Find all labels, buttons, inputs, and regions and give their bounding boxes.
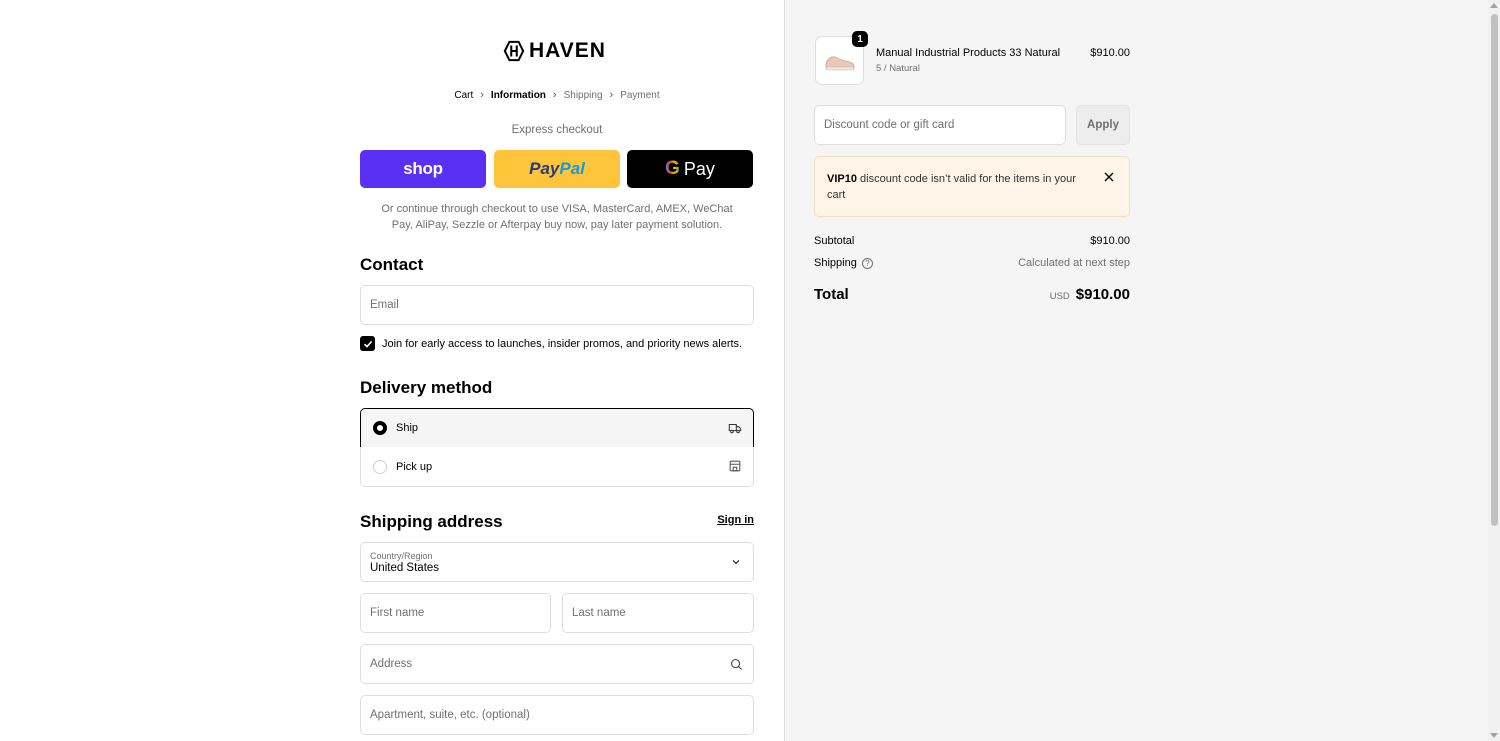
contact-heading: Contact Sign in [360,255,754,526]
pickup-label: Pick up [396,460,433,473]
brand-logo[interactable]: HAVEN [503,39,606,63]
paypal-button[interactable]: Pay Pal [494,150,620,188]
first-name-placeholder: First name [370,607,425,619]
ship-label: Ship [396,422,419,434]
discount-code-field[interactable]: Discount code or gift card [814,105,1066,145]
alert-message: discount code isn’t valid for the items … [827,173,1076,201]
paypal-label-pal: Pal [559,159,585,178]
subtotal-value: $910.00 [1090,235,1130,247]
search-icon [730,658,743,671]
chevron-down-icon [732,560,740,565]
paypal-label-pay: Pay [529,159,560,178]
scrollbar-thumb[interactable] [1491,14,1498,526]
google-pay-button[interactable]: G Pay [627,150,753,188]
scroll-down-icon[interactable] [1490,733,1498,738]
delivery-option-pickup[interactable]: Pick up [360,447,754,487]
country-label: Country/Region [370,550,433,561]
delivery-method-title: Delivery method [360,378,493,397]
chevron-right-icon: › [480,89,484,101]
close-icon[interactable] [1103,171,1115,183]
email-field[interactable]: Email [360,285,754,325]
delivery-option-ship[interactable]: Ship [360,408,754,448]
subtotal-row: Subtotal $910.00 [814,235,1130,247]
discount-placeholder: Discount code or gift card [824,119,955,131]
last-name-field[interactable]: Last name [562,593,754,633]
breadcrumb-shipping: Shipping [563,89,603,101]
newsletter-label: Join for early access to launches, insid… [382,337,743,350]
ship-radio[interactable] [373,421,387,435]
chevron-right-icon: › [552,89,557,101]
page-scrollbar[interactable] [1488,0,1500,741]
subtotal-label: Subtotal [814,235,855,247]
total-row: Total USD $910.00 [814,286,1130,303]
express-checkout-title: Express checkout [511,124,603,136]
store-icon [729,460,741,472]
total-label: Total [814,286,849,303]
address-field[interactable]: Address [360,644,754,684]
contact-title: Contact [360,255,424,274]
newsletter-option[interactable]: Join for early access to launches, insid… [360,336,742,351]
last-name-placeholder: Last name [572,607,626,619]
breadcrumb-payment: Payment [620,89,660,101]
shop-pay-label: shop [403,159,443,178]
help-icon[interactable]: ? [861,257,873,269]
discount-error-alert: VIP10 discount code isn’t valid for the … [814,156,1130,217]
pickup-radio[interactable] [373,459,387,474]
shipping-label: Shipping [814,257,857,269]
breadcrumb-information: Information [490,89,546,101]
email-placeholder: Email [370,299,399,311]
brand-name: HAVEN [529,39,606,62]
google-g-icon: G [665,158,680,179]
apply-discount-button[interactable]: Apply [1076,105,1130,145]
country-value: United States [370,561,440,574]
apartment-placeholder: Apartment, suite, etc. (optional) [370,709,530,721]
checkmark-icon [363,340,372,348]
payment-options-note: Or continue through checkout to use VISA… [381,203,733,231]
product-variant: 5 / Natural [876,63,920,74]
haven-logo-icon [503,40,525,62]
total-value: $910.00 [1075,286,1130,303]
newsletter-checkbox[interactable] [360,336,375,351]
address-placeholder: Address [370,658,413,670]
checkout-form-panel: HAVEN Cart › Information › Shipping › Pa… [0,0,784,741]
product-name: Manual Industrial Products 33 Natural [876,47,1061,59]
alert-code: VIP10 [827,173,857,185]
shipping-row: Shipping? Calculated at next step [814,257,1130,269]
first-name-field[interactable]: First name [360,593,551,633]
truck-icon [728,423,742,434]
country-select[interactable]: Country/Region United States [360,542,754,582]
shipping-value: Calculated at next step [1018,257,1130,269]
breadcrumb: Cart › Information › Shipping › Payment [360,89,754,101]
chevron-right-icon: › [609,89,614,101]
shoe-image [825,55,854,70]
total-currency: USD [1049,291,1070,302]
apartment-field[interactable]: Apartment, suite, etc. (optional) [360,695,754,735]
shop-pay-button[interactable]: shop [360,150,486,188]
breadcrumb-cart[interactable]: Cart [454,90,473,101]
product-price: $910.00 [1090,47,1130,59]
google-pay-label: Pay [683,158,715,179]
shipping-address-title: Shipping address [360,512,503,531]
quantity-badge: 1 [852,31,868,47]
scroll-up-icon[interactable] [1490,3,1498,8]
